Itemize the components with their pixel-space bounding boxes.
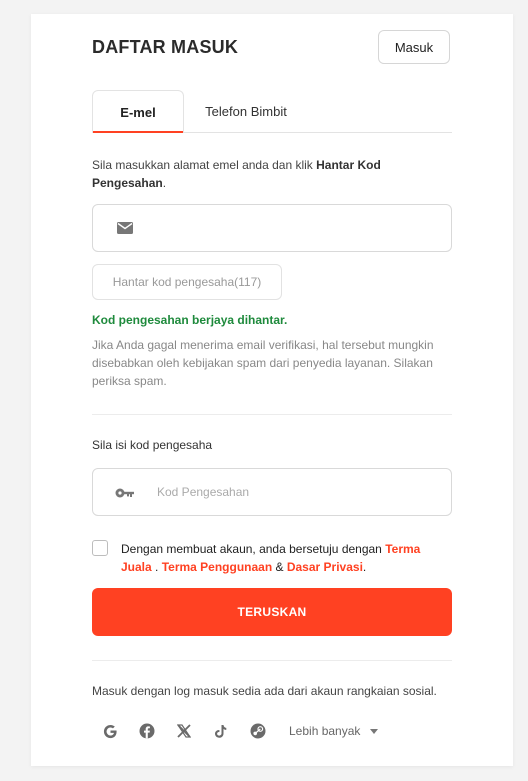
email-field[interactable] bbox=[92, 204, 452, 252]
success-message: Kod pengesahan berjaya dihantar. bbox=[92, 313, 288, 327]
page-title: DAFTAR MASUK bbox=[92, 37, 239, 57]
verification-code-input[interactable] bbox=[157, 469, 437, 515]
verification-code-field bbox=[92, 468, 452, 516]
terms-of-use-link[interactable]: Terma Penggunaan bbox=[162, 560, 272, 574]
spam-hint: Jika Anda gagal menerima email verifikas… bbox=[92, 338, 434, 388]
more-label: Lebih banyak bbox=[289, 724, 361, 738]
caret-down-icon bbox=[370, 728, 379, 734]
x-icon[interactable] bbox=[175, 722, 193, 740]
key-icon bbox=[115, 488, 134, 498]
continue-button[interactable]: TERUSKAN bbox=[92, 588, 452, 636]
steam-icon[interactable] bbox=[249, 722, 267, 740]
divider bbox=[92, 660, 452, 661]
code-label: Sila isi kod pengesaha bbox=[92, 438, 213, 452]
tab-mobile-phone[interactable]: Telefon Bimbit bbox=[200, 90, 292, 132]
mail-icon bbox=[117, 222, 133, 234]
active-tab-indicator bbox=[93, 131, 183, 133]
privacy-policy-link[interactable]: Dasar Privasi bbox=[287, 560, 363, 574]
tiktok-icon[interactable] bbox=[212, 722, 230, 740]
login-button[interactable]: Masuk bbox=[378, 30, 450, 64]
terms-checkbox[interactable] bbox=[92, 540, 108, 556]
more-login-options[interactable]: Lebih banyak bbox=[289, 722, 379, 740]
tab-email-label: E-mel bbox=[120, 104, 156, 120]
email-instruction: Sila masukkan alamat emel anda dan klik … bbox=[92, 158, 381, 190]
tab-phone-label: Telefon Bimbit bbox=[205, 103, 287, 119]
tab-bar: E-mel Telefon Bimbit bbox=[92, 90, 452, 133]
google-icon[interactable] bbox=[101, 722, 119, 740]
social-login-text: Masuk dengan log masuk sedia ada dari ak… bbox=[92, 684, 437, 698]
terms-text: Dengan membuat akaun, anda bersetuju den… bbox=[121, 542, 421, 574]
facebook-icon[interactable] bbox=[138, 722, 156, 740]
tab-email[interactable]: E-mel bbox=[92, 90, 184, 133]
divider bbox=[92, 414, 452, 415]
send-code-button[interactable]: Hantar kod pengesaha(117) bbox=[92, 264, 282, 300]
